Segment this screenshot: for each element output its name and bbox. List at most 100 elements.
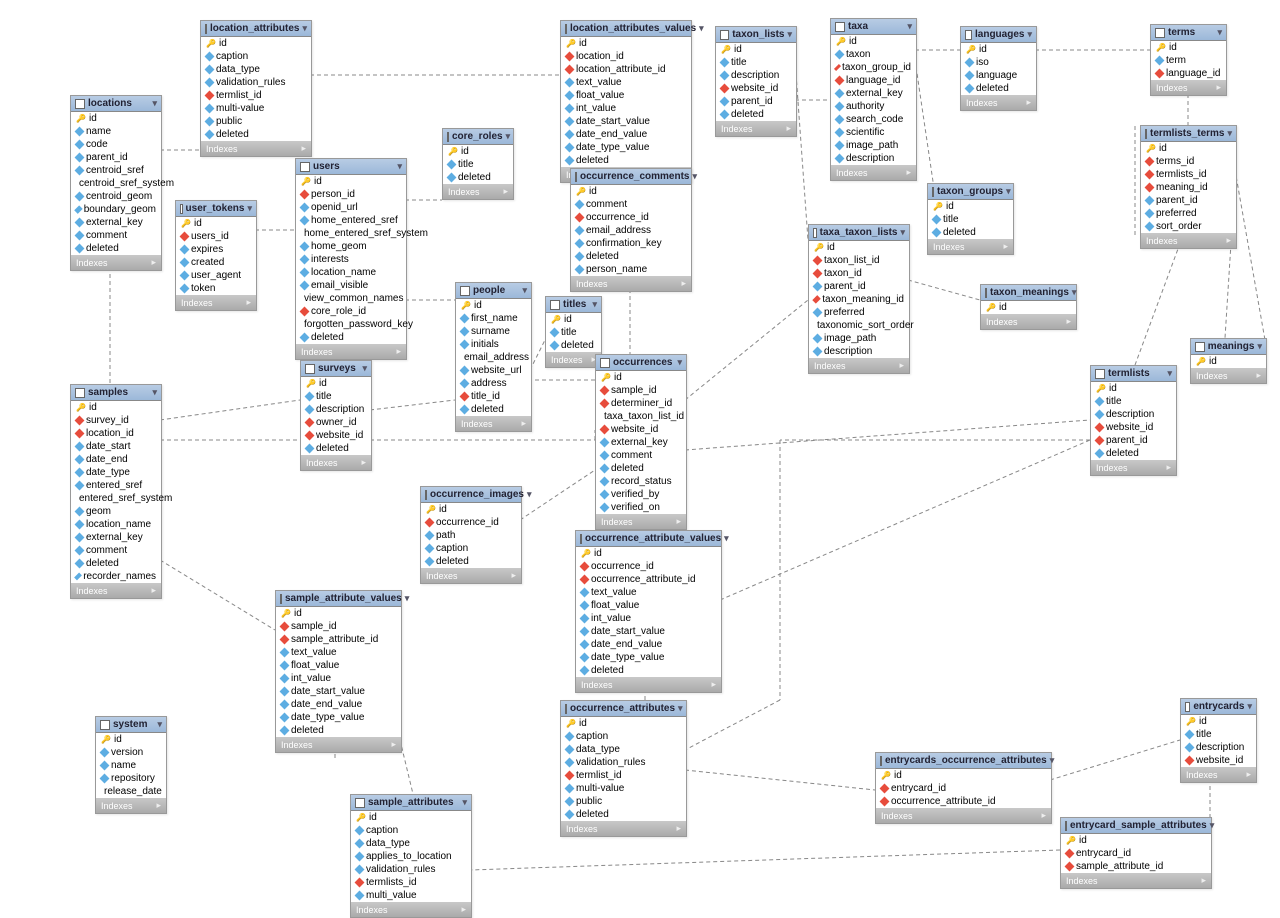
- column-forgotten_password_key[interactable]: forgotten_password_key: [296, 318, 406, 331]
- indexes-row[interactable]: Indexes: [96, 798, 166, 813]
- table-header[interactable]: taxon_meanings: [981, 285, 1076, 301]
- column-id[interactable]: id: [981, 301, 1076, 314]
- column-location_name[interactable]: location_name: [71, 518, 161, 531]
- table-header[interactable]: system: [96, 717, 166, 733]
- column-id[interactable]: id: [831, 35, 916, 48]
- table-header[interactable]: taxon_groups: [928, 184, 1013, 200]
- table-header[interactable]: occurrences: [596, 355, 686, 371]
- column-repository[interactable]: repository: [96, 772, 166, 785]
- column-home_entered_sref_system[interactable]: home_entered_sref_system: [296, 227, 406, 240]
- column-website_url[interactable]: website_url: [456, 364, 531, 377]
- table-meanings[interactable]: meaningsidIndexes: [1190, 338, 1267, 384]
- indexes-row[interactable]: Indexes: [276, 737, 401, 752]
- column-text_value[interactable]: text_value: [276, 646, 401, 659]
- column-sort_order[interactable]: sort_order: [1141, 220, 1236, 233]
- column-entrycard_id[interactable]: entrycard_id: [876, 782, 1051, 795]
- column-location_id[interactable]: location_id: [71, 427, 161, 440]
- column-data_type[interactable]: data_type: [561, 743, 686, 756]
- column-caption[interactable]: caption: [561, 730, 686, 743]
- table-occurrences[interactable]: occurrencesidsample_iddeterminer_idtaxa_…: [595, 354, 687, 530]
- column-date_type_value[interactable]: date_type_value: [276, 711, 401, 724]
- table-core_roles[interactable]: core_rolesidtitledeletedIndexes: [442, 128, 514, 200]
- table-header[interactable]: location_attributes_values: [561, 21, 691, 37]
- table-header[interactable]: sample_attribute_values: [276, 591, 401, 607]
- column-deleted[interactable]: deleted: [443, 171, 513, 184]
- column-text_value[interactable]: text_value: [576, 586, 721, 599]
- column-id[interactable]: id: [71, 112, 161, 125]
- column-data_type[interactable]: data_type: [351, 837, 471, 850]
- column-id[interactable]: id: [456, 299, 531, 312]
- column-surname[interactable]: surname: [456, 325, 531, 338]
- column-taxon_meaning_id[interactable]: taxon_meaning_id: [809, 293, 909, 306]
- column-id[interactable]: id: [561, 717, 686, 730]
- column-recorder_names[interactable]: recorder_names: [71, 570, 161, 583]
- table-surveys[interactable]: surveysidtitledescriptionowner_idwebsite…: [300, 360, 372, 471]
- table-header[interactable]: terms: [1151, 25, 1226, 41]
- table-languages[interactable]: languagesidisolanguagedeletedIndexes: [960, 26, 1037, 111]
- column-comment[interactable]: comment: [596, 449, 686, 462]
- table-people[interactable]: peopleidfirst_namesurnameinitialsemail_a…: [455, 282, 532, 432]
- column-preferred[interactable]: preferred: [809, 306, 909, 319]
- column-title[interactable]: title: [301, 390, 371, 403]
- column-id[interactable]: id: [301, 377, 371, 390]
- table-occurrence_images[interactable]: occurrence_imagesidoccurrence_idpathcapt…: [420, 486, 522, 584]
- column-parent_id[interactable]: parent_id: [1091, 434, 1176, 447]
- table-header[interactable]: termlists_terms: [1141, 126, 1236, 142]
- column-id[interactable]: id: [96, 733, 166, 746]
- column-date_start[interactable]: date_start: [71, 440, 161, 453]
- column-language[interactable]: language: [961, 69, 1036, 82]
- column-id[interactable]: id: [596, 371, 686, 384]
- column-title[interactable]: title: [928, 213, 1013, 226]
- column-deleted[interactable]: deleted: [301, 442, 371, 455]
- table-termlists[interactable]: termlistsidtitledescriptionwebsite_idpar…: [1090, 365, 1177, 476]
- column-caption[interactable]: caption: [351, 824, 471, 837]
- table-system[interactable]: systemidversionnamerepositoryrelease_dat…: [95, 716, 167, 814]
- column-language_id[interactable]: language_id: [1151, 67, 1226, 80]
- table-header[interactable]: users: [296, 159, 406, 175]
- column-owner_id[interactable]: owner_id: [301, 416, 371, 429]
- indexes-row[interactable]: Indexes: [71, 583, 161, 598]
- table-header[interactable]: taxa_taxon_lists: [809, 225, 909, 241]
- indexes-row[interactable]: Indexes: [981, 314, 1076, 329]
- column-image_path[interactable]: image_path: [831, 139, 916, 152]
- indexes-row[interactable]: Indexes: [546, 352, 601, 367]
- indexes-row[interactable]: Indexes: [301, 455, 371, 470]
- indexes-row[interactable]: Indexes: [831, 165, 916, 180]
- table-taxa_taxon_lists[interactable]: taxa_taxon_listsidtaxon_list_idtaxon_idp…: [808, 224, 910, 374]
- table-taxon_lists[interactable]: taxon_listsidtitledescriptionwebsite_idp…: [715, 26, 797, 137]
- column-sample_attribute_id[interactable]: sample_attribute_id: [1061, 860, 1211, 873]
- column-code[interactable]: code: [71, 138, 161, 151]
- column-determiner_id[interactable]: determiner_id: [596, 397, 686, 410]
- column-int_value[interactable]: int_value: [561, 102, 691, 115]
- column-description[interactable]: description: [716, 69, 796, 82]
- column-title[interactable]: title: [443, 158, 513, 171]
- column-validation_rules[interactable]: validation_rules: [561, 756, 686, 769]
- indexes-row[interactable]: Indexes: [176, 295, 256, 310]
- column-id[interactable]: id: [176, 217, 256, 230]
- table-taxa[interactable]: taxaidtaxontaxon_group_idlanguage_idexte…: [830, 18, 917, 181]
- indexes-row[interactable]: Indexes: [1191, 368, 1266, 383]
- column-id[interactable]: id: [276, 607, 401, 620]
- table-header[interactable]: occurrence_attribute_values: [576, 531, 721, 547]
- column-geom[interactable]: geom: [71, 505, 161, 518]
- table-termlists_terms[interactable]: termlists_termsidterms_idtermlists_idmea…: [1140, 125, 1237, 249]
- table-header[interactable]: user_tokens: [176, 201, 256, 217]
- table-occurrence_attributes[interactable]: occurrence_attributesidcaptiondata_typev…: [560, 700, 687, 837]
- column-occurrence_id[interactable]: occurrence_id: [571, 211, 691, 224]
- column-title[interactable]: title: [1181, 728, 1256, 741]
- column-address[interactable]: address: [456, 377, 531, 390]
- column-occurrence_attribute_id[interactable]: occurrence_attribute_id: [876, 795, 1051, 808]
- column-email_address[interactable]: email_address: [456, 351, 531, 364]
- indexes-row[interactable]: Indexes: [296, 344, 406, 359]
- column-id[interactable]: id: [201, 37, 311, 50]
- column-multi-value[interactable]: multi-value: [201, 102, 311, 115]
- column-taxa_taxon_list_id[interactable]: taxa_taxon_list_id: [596, 410, 686, 423]
- column-id[interactable]: id: [1151, 41, 1226, 54]
- column-id[interactable]: id: [1191, 355, 1266, 368]
- column-id[interactable]: id: [296, 175, 406, 188]
- table-header[interactable]: sample_attributes: [351, 795, 471, 811]
- column-taxon_group_id[interactable]: taxon_group_id: [831, 61, 916, 74]
- column-deleted[interactable]: deleted: [546, 339, 601, 352]
- column-expires[interactable]: expires: [176, 243, 256, 256]
- column-sample_attribute_id[interactable]: sample_attribute_id: [276, 633, 401, 646]
